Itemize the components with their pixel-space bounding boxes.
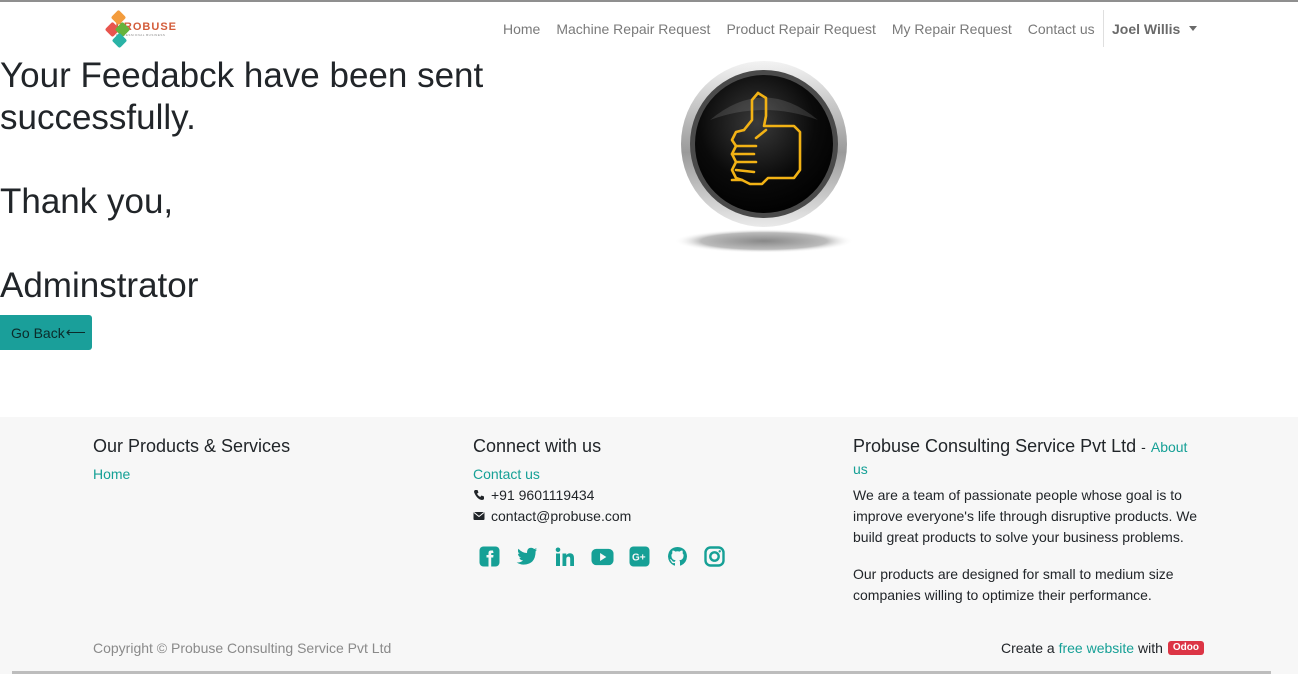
about-separator: - [1141, 439, 1146, 455]
feedback-message: Your Feedabck have been sent successfull… [0, 55, 560, 307]
go-back-label: Go Back [11, 324, 65, 341]
user-name: Joel Willis [1112, 20, 1181, 37]
footer: Our Products & Services Home Connect wit… [0, 417, 1298, 674]
google-plus-icon[interactable]: G+ [628, 545, 651, 568]
about-paragraph-1: We are a team of passionate people whose… [853, 487, 1198, 545]
free-website-link[interactable]: free website [1059, 640, 1134, 656]
about-heading: Probuse Consulting Service Pvt Ltd - Abo… [853, 436, 1203, 480]
nav-my-repair-request[interactable]: My Repair Request [884, 21, 1020, 37]
signature-text: Adminstrator [0, 266, 199, 305]
nav-product-repair-request[interactable]: Product Repair Request [718, 21, 883, 37]
nav-machine-repair-request[interactable]: Machine Repair Request [548, 21, 718, 37]
create-with: with [1137, 640, 1163, 656]
caret-down-icon [1189, 26, 1198, 31]
envelope-icon [473, 512, 485, 520]
message-line-1: Your Feedabck have been sent [0, 56, 484, 95]
phone-row: +91 9601119434 [473, 487, 594, 503]
linkedin-icon[interactable] [553, 545, 576, 568]
github-icon[interactable] [666, 545, 689, 568]
social-links: G+ [478, 545, 741, 568]
phone-number: +91 9601119434 [491, 487, 595, 503]
logo-hex-icon [104, 9, 131, 49]
instagram-icon[interactable] [703, 545, 726, 568]
connect-title: Connect with us [473, 436, 602, 456]
svg-text:G+: G+ [632, 553, 646, 564]
create-prefix: Create a [1001, 640, 1055, 656]
thumbs-up-icon [674, 61, 854, 253]
footer-home-link[interactable]: Home [93, 466, 130, 482]
youtube-icon[interactable] [590, 545, 614, 568]
products-title: Our Products & Services [93, 436, 291, 456]
thanks-text: Thank you, [0, 182, 174, 221]
facebook-icon[interactable] [478, 545, 501, 568]
navbar: PROBUSE PROFESSIONAL BUSINESS Home Machi… [0, 2, 1298, 55]
nav-divider [1103, 10, 1104, 47]
about-paragraph-2: Our products are designed for small to m… [853, 566, 1174, 603]
create-website-line: Create a free website with Odoo [1001, 640, 1204, 656]
email-address: contact@probuse.com [491, 508, 632, 524]
phone-icon [474, 490, 484, 500]
company-name: Probuse Consulting Service Pvt Ltd [853, 436, 1137, 456]
main-nav: Home Machine Repair Request Product Repa… [495, 2, 1103, 55]
footer-contact-link[interactable]: Contact us [473, 466, 540, 482]
email-row: contact@probuse.com [473, 508, 631, 524]
arrow-left-icon: ⟵ [65, 324, 86, 340]
go-back-button[interactable]: Go Back ⟵ [0, 315, 92, 350]
message-line-2: successfully. [0, 98, 196, 137]
nav-contact-us[interactable]: Contact us [1020, 21, 1103, 37]
user-menu-dropdown[interactable]: Joel Willis [1112, 2, 1198, 55]
copyright-text: Copyright © Probuse Consulting Service P… [93, 640, 392, 656]
nav-home[interactable]: Home [495, 21, 548, 37]
thumbs-up-image [672, 60, 856, 256]
site-logo[interactable]: PROBUSE PROFESSIONAL BUSINESS [104, 9, 177, 49]
odoo-badge[interactable]: Odoo [1167, 641, 1204, 655]
twitter-icon[interactable] [516, 545, 539, 568]
